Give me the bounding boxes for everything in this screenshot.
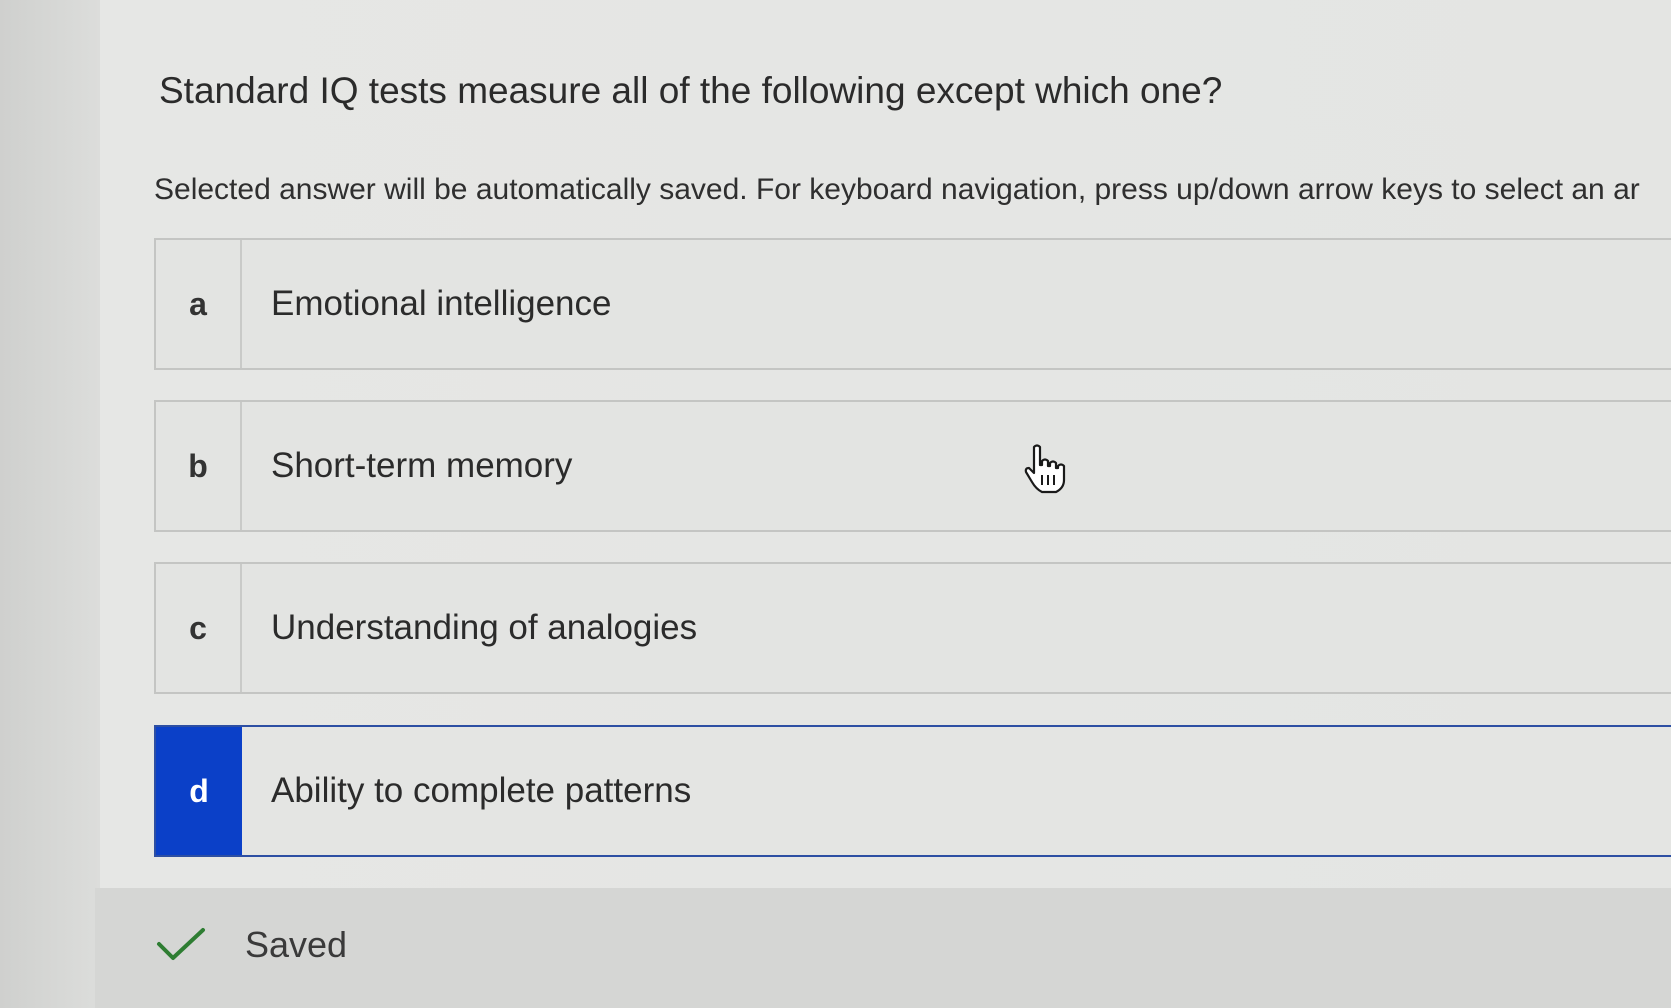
option-letter: d bbox=[156, 727, 242, 855]
quiz-page: Standard IQ tests measure all of the fol… bbox=[0, 0, 1671, 1008]
answer-option-c[interactable]: c Understanding of analogies bbox=[154, 562, 1671, 694]
question-text: Standard IQ tests measure all of the fol… bbox=[159, 70, 1223, 111]
status-bar: Saved bbox=[95, 888, 1671, 1008]
option-label: Emotional intelligence bbox=[271, 284, 612, 323]
left-gutter bbox=[0, 0, 100, 1008]
checkmark-icon bbox=[157, 928, 205, 960]
answer-option-b[interactable]: b Short-term memory bbox=[154, 400, 1671, 532]
answer-option-a[interactable]: a Emotional intelligence bbox=[154, 238, 1671, 370]
instruction-text: Selected answer will be automatically sa… bbox=[154, 173, 1640, 206]
option-label: Understanding of analogies bbox=[271, 608, 698, 647]
option-letter: b bbox=[156, 402, 242, 530]
answer-option-d[interactable]: d Ability to complete patterns bbox=[154, 725, 1671, 857]
option-letter: c bbox=[156, 564, 242, 692]
saved-status-label: Saved bbox=[245, 924, 348, 965]
option-label: Ability to complete patterns bbox=[271, 771, 692, 810]
option-label: Short-term memory bbox=[271, 446, 573, 485]
hand-pointer-icon bbox=[1024, 444, 1066, 494]
option-letter: a bbox=[156, 240, 242, 368]
